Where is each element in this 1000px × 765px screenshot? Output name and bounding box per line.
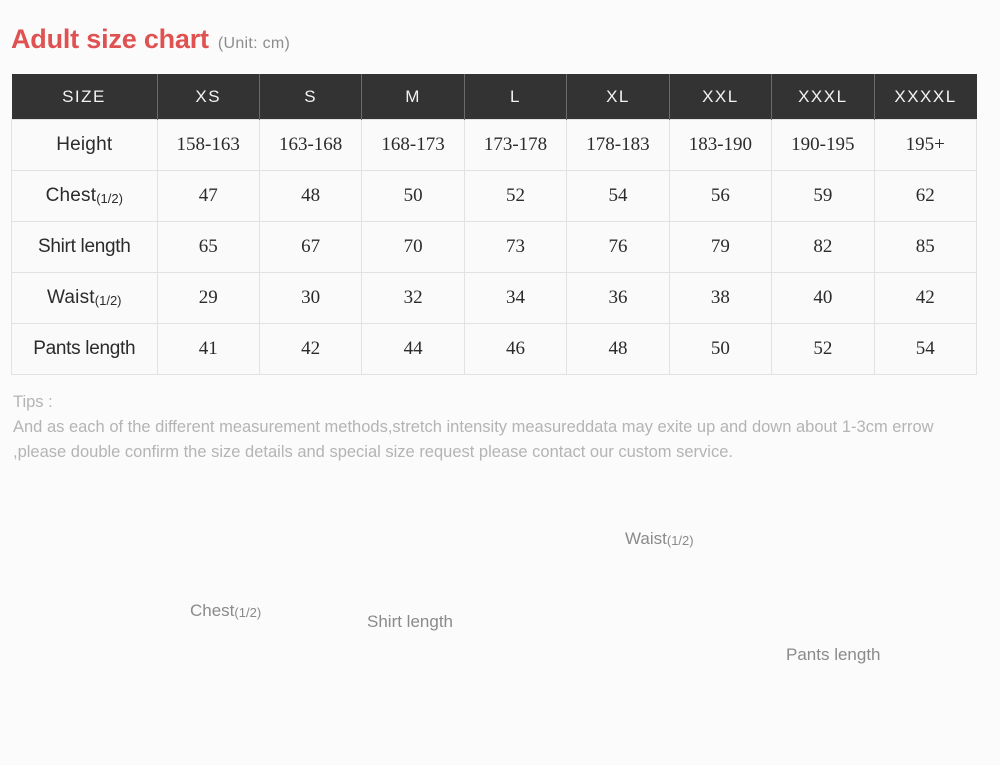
table-row: Chest(1/2) 47 48 50 52 54 56 59 62	[11, 170, 978, 222]
cell-chest-xxxxl: 62	[873, 170, 978, 222]
cell-waist-xl: 36	[566, 272, 670, 324]
cell-waist-s: 30	[258, 272, 363, 324]
row-label-chest: Chest(1/2)	[11, 170, 158, 222]
chest-measure-label-text: Chest	[190, 601, 235, 620]
table-row: Pants length 41 42 44 46 48 50 52 54	[11, 323, 978, 375]
tips-label: Tips :	[13, 393, 53, 411]
column-header-xxxl: XXXL	[771, 74, 875, 120]
measurement-figures	[0, 498, 1000, 765]
row-label-height: Height	[11, 119, 158, 171]
cell-pants-length-s: 42	[258, 323, 363, 375]
cell-chest-l: 52	[463, 170, 568, 222]
row-label-pants-length: Pants length	[11, 323, 158, 375]
cell-shirt-length-xxl: 79	[668, 221, 773, 273]
cell-waist-xs: 29	[156, 272, 260, 324]
cell-height-xxl: 183-190	[668, 119, 773, 171]
column-header-m: M	[361, 74, 465, 120]
cell-height-m: 168-173	[361, 119, 465, 171]
cell-pants-length-xxxxl: 54	[873, 323, 978, 375]
cell-shirt-length-xl: 76	[566, 221, 670, 273]
row-label-shirt-length: Shirt length	[11, 221, 158, 273]
cell-shirt-length-s: 67	[258, 221, 363, 273]
cell-height-xs: 158-163	[156, 119, 260, 171]
table-header: SIZE XS S M L XL XXL XXXL XXXXL	[11, 74, 977, 120]
table-row: Height 158-163 163-168 168-173 173-178 1…	[11, 119, 978, 171]
column-header-xs: XS	[157, 74, 260, 120]
waist-measure-label-text: Waist	[625, 529, 667, 548]
table-row: Shirt length 65 67 70 73 76 79 82 85	[11, 221, 978, 273]
cell-height-s: 163-168	[258, 119, 363, 171]
cell-pants-length-l: 46	[463, 323, 568, 375]
cell-height-xxxxl: 195+	[873, 119, 978, 171]
row-label-text: Waist	[46, 287, 95, 308]
cell-chest-xxl: 56	[668, 170, 773, 222]
chest-measure-label-sub: (1/2)	[234, 605, 262, 620]
tips-block: Tips : And as each of the different meas…	[13, 390, 973, 465]
page-title: Adult size chart (Unit: cm)	[11, 24, 290, 55]
cell-pants-length-xxxl: 52	[771, 323, 875, 375]
column-header-s: S	[259, 74, 363, 120]
cell-waist-xxl: 38	[668, 272, 773, 324]
cell-waist-l: 34	[463, 272, 568, 324]
row-label-waist: Waist(1/2)	[11, 272, 158, 324]
table-header-row: SIZE XS S M L XL XXL XXXL XXXXL	[11, 74, 977, 120]
row-label-text: Shirt length	[37, 236, 131, 257]
cell-waist-m: 32	[361, 272, 465, 324]
column-header-size: SIZE	[11, 74, 158, 120]
cell-shirt-length-m: 70	[361, 221, 465, 273]
column-header-xl: XL	[566, 74, 670, 120]
tips-text: And as each of the different measurement…	[13, 418, 934, 461]
shirt-length-label: Shirt length	[367, 612, 453, 631]
cell-chest-xl: 54	[566, 170, 670, 222]
size-chart-table: SIZE XS S M L XL XXL XXXL XXXXL Height 1…	[11, 74, 978, 375]
column-header-xxl: XXL	[669, 74, 773, 120]
chest-measure-label: Chest(1/2)	[190, 601, 261, 621]
cell-shirt-length-xs: 65	[156, 221, 260, 273]
table-body: Height 158-163 163-168 168-173 173-178 1…	[11, 119, 978, 375]
page-title-unit: (Unit: cm)	[217, 35, 291, 52]
row-label-text: Chest	[45, 185, 97, 206]
figures-svg	[0, 498, 1000, 765]
cell-shirt-length-l: 73	[463, 221, 568, 273]
cell-waist-xxxxl: 42	[873, 272, 978, 324]
cell-pants-length-xl: 48	[566, 323, 670, 375]
cell-waist-xxxl: 40	[771, 272, 875, 324]
cell-height-xxxl: 190-195	[771, 119, 875, 171]
row-label-text: Pants length	[33, 338, 136, 359]
cell-height-xl: 178-183	[566, 119, 670, 171]
waist-measure-label-sub: (1/2)	[666, 533, 694, 548]
page-title-text: Adult size chart	[11, 24, 209, 54]
column-header-l: L	[464, 74, 568, 120]
cell-height-l: 173-178	[463, 119, 568, 171]
table-row: Waist(1/2) 29 30 32 34 36 38 40 42	[11, 272, 978, 324]
row-label-text: Height	[56, 134, 113, 155]
cell-chest-xs: 47	[156, 170, 260, 222]
cell-pants-length-xxl: 50	[668, 323, 773, 375]
pants-length-label: Pants length	[786, 645, 881, 664]
cell-pants-length-xs: 41	[156, 323, 260, 375]
cell-pants-length-m: 44	[361, 323, 465, 375]
cell-shirt-length-xxxxl: 85	[873, 221, 978, 273]
cell-chest-s: 48	[258, 170, 363, 222]
column-header-xxxxl: XXXXL	[874, 74, 977, 120]
cell-chest-xxxl: 59	[771, 170, 875, 222]
row-label-sub: (1/2)	[94, 293, 122, 308]
cell-chest-m: 50	[361, 170, 465, 222]
row-label-sub: (1/2)	[96, 191, 123, 206]
cell-shirt-length-xxxl: 82	[771, 221, 875, 273]
waist-measure-label: Waist(1/2)	[625, 529, 694, 549]
